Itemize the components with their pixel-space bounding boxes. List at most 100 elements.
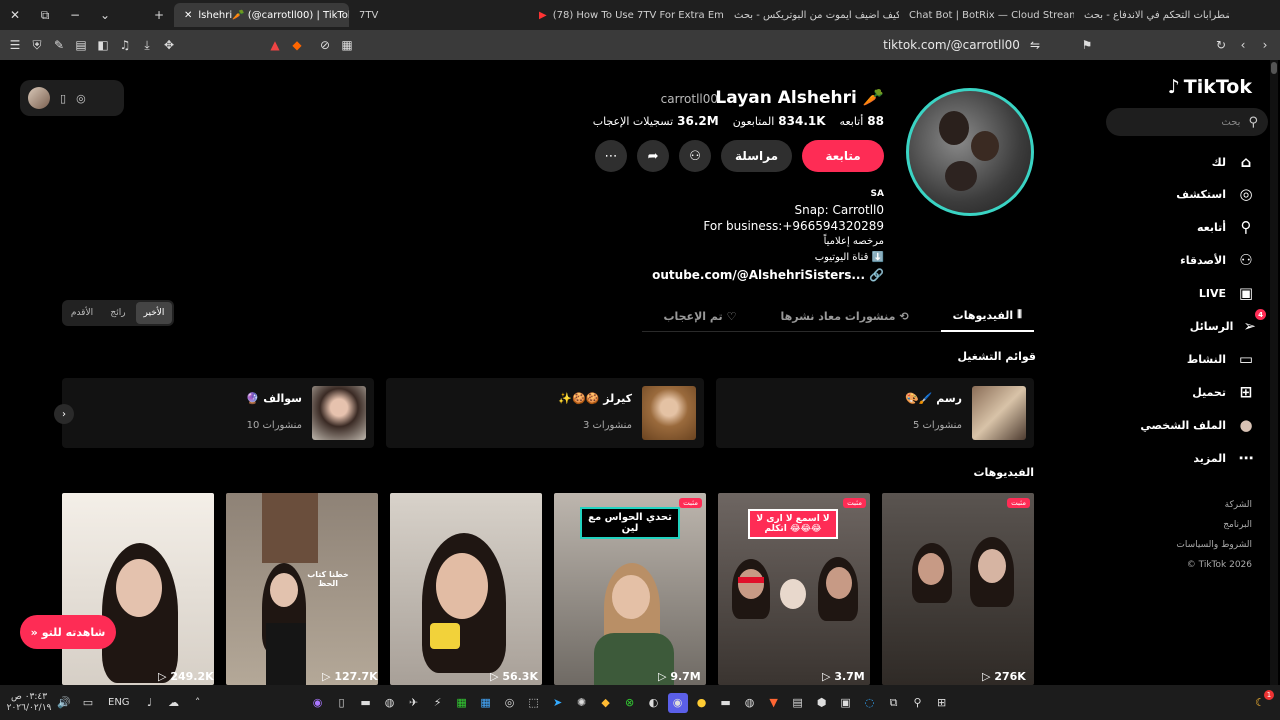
page-scrollbar[interactable] [1270, 60, 1278, 685]
sidebar-item[interactable]: LIVE ▣ [1199, 281, 1256, 305]
back-icon[interactable]: ‹ [1232, 34, 1254, 56]
sort-latest[interactable]: الأخير [136, 302, 172, 324]
app-icon[interactable]: ◆ [596, 693, 616, 713]
minimize-icon[interactable]: − [60, 0, 90, 30]
app-icon[interactable]: ▤ [788, 693, 808, 713]
message-button[interactable]: مراسلة [721, 140, 792, 172]
tab-search-icon[interactable]: ⧉ [30, 0, 60, 30]
footer-program[interactable]: البرنامج [1223, 520, 1252, 530]
playlist-card[interactable]: ✨🍪🍪 كيرلز 3 منشورات [386, 378, 704, 448]
video-thumbnail[interactable]: ▷ 56.3K [390, 493, 542, 685]
compass-small-icon[interactable]: ◎ [76, 92, 86, 105]
language-indicator[interactable]: ENG [108, 697, 130, 708]
app-icon[interactable]: ◍ [740, 693, 760, 713]
tab-reposts[interactable]: ⟲ منشورات معاد نشرها [769, 300, 921, 332]
sidebar-item[interactable]: الرسائل ➢ 4 [1190, 309, 1266, 338]
app-icon[interactable]: ⬚ [524, 693, 544, 713]
new-tab-icon[interactable]: + [144, 0, 174, 30]
browser-tab-active[interactable]: ✕ lshehri🥕 (@carrotll00) | TikTok [174, 3, 349, 27]
avatar[interactable] [28, 87, 50, 109]
xbox-icon[interactable]: ⊗ [620, 693, 640, 713]
sidebar-item[interactable]: الأصدقاء ⚇ [1180, 248, 1256, 272]
address-bar[interactable]: tiktok.com/@carrotll00 ⇋ [250, 33, 1080, 57]
footer-terms[interactable]: الشروط والسياسات [1176, 540, 1252, 550]
reload-icon[interactable]: ↻ [1210, 34, 1232, 56]
reader-icon[interactable]: ▤ [70, 34, 92, 56]
cloud-icon[interactable]: ☁ [164, 693, 184, 713]
site-settings-icon[interactable]: ⇋ [1030, 38, 1040, 52]
add-friend-icon[interactable]: ⚇ [679, 140, 712, 172]
video-thumbnail[interactable]: مثبت ▷ 276K [882, 493, 1034, 685]
sidebar-item[interactable]: تحميل ⊞ [1192, 380, 1256, 404]
video-thumbnail[interactable]: خطنا كتاب الحظ ▷ 127.7K [226, 493, 378, 685]
app-icon[interactable]: ◎ [500, 693, 520, 713]
browser-tab[interactable]: كيف اضيف ايموت من البوتريكس - بحث [724, 3, 899, 27]
edge-icon[interactable]: ◌ [860, 693, 880, 713]
sidebar-item[interactable]: استكشف ◎ [1176, 182, 1256, 206]
sort-popular[interactable]: رائج [100, 302, 136, 324]
sidebar-item[interactable]: لك ⌂ [1212, 150, 1256, 174]
playlist-card[interactable]: 🔮 سوالف 10 منشورات [62, 378, 374, 448]
app-icon[interactable]: ⬢ [812, 693, 832, 713]
chevron-right-icon[interactable]: › [54, 404, 74, 424]
profile-link[interactable]: outube.com/@AlshehriSisters... 🔗 [652, 268, 884, 282]
close-tab-icon[interactable]: ✕ [184, 10, 192, 21]
following-stat[interactable]: 88أتابعه [840, 114, 884, 128]
sort-oldest[interactable]: الأقدم [64, 302, 100, 324]
footer-company[interactable]: الشركة [1225, 500, 1252, 510]
more-options-icon[interactable]: ⋯ [595, 140, 628, 172]
followers-stat[interactable]: 834.1Kالمتابعون [733, 114, 826, 128]
bookmark-icon[interactable]: ⚑ [1076, 34, 1098, 56]
clock[interactable]: ٠٣:٤٣ ص ٢٠٢٦/٠٢/١٩ [6, 692, 52, 714]
browser-tab[interactable]: 7TV [349, 3, 529, 27]
music-icon[interactable]: ♫ [114, 34, 136, 56]
chatgpt-icon[interactable]: ✺ [572, 693, 592, 713]
get-app-card[interactable]: ▯ ◎ [20, 80, 124, 116]
browser-tab[interactable]: اضطرابات التحكم في الاندفاع - بحث [1074, 3, 1229, 27]
download-icon[interactable]: ⤓ [136, 34, 158, 56]
app-icon[interactable]: ● [692, 693, 712, 713]
playlist-card[interactable]: 🎨🖌️ رسم 5 منشورات [716, 378, 1034, 448]
video-thumbnail[interactable]: تحدي الحواس مع لين مثبت ▷ 9.7M [554, 493, 706, 685]
tab-videos[interactable]: ⦀ الفيديوهات [940, 300, 1034, 332]
browser-tab[interactable]: Chat Bot | BotRix — Cloud Streaming [899, 3, 1074, 27]
forward-icon[interactable]: › [1254, 34, 1276, 56]
video-thumbnail[interactable]: ▷ 249.2K [62, 493, 214, 685]
video-thumbnail[interactable]: لا اسمع لا ارى لا اتكلم 😂😂😂 مثبت ▷ 3.7M [718, 493, 870, 685]
tiktok-logo[interactable]: ♪ TikTok [1168, 76, 1252, 98]
close-window-icon[interactable]: ✕ [0, 0, 30, 30]
sidebar-item[interactable]: المزيد ⋯ [1193, 446, 1256, 470]
file-icon[interactable]: ▯ [332, 693, 352, 713]
search-input[interactable]: بحث ⚲ [1106, 108, 1268, 136]
sidebar-item[interactable]: أتابعه ⚲ [1197, 215, 1256, 239]
app-icon[interactable]: ◉ [308, 693, 328, 713]
mobile-icon[interactable]: ▯ [60, 92, 66, 105]
sidebar-icon[interactable]: ◧ [92, 34, 114, 56]
brave-icon[interactable]: ▼ [764, 693, 784, 713]
just-watched-button[interactable]: » شاهدته للتو [20, 615, 116, 649]
follow-button[interactable]: متابعة [802, 140, 884, 172]
discord-icon[interactable]: ◉ [667, 692, 688, 713]
shield-icon[interactable]: ⛨ [26, 34, 48, 56]
menu-icon[interactable]: ☰ [4, 34, 26, 56]
app-icon[interactable]: ◐ [644, 693, 664, 713]
chevron-down-icon[interactable]: ⌄ [90, 0, 120, 30]
store-icon[interactable]: ▣ [836, 693, 856, 713]
app-icon[interactable]: ▬ [716, 693, 736, 713]
tab-liked[interactable]: ♡ تم الإعجاب [651, 300, 748, 332]
share-icon[interactable]: ➦ [637, 140, 670, 172]
search-icon[interactable]: ⚲ [908, 693, 928, 713]
tray-chevron-up-icon[interactable]: ˄ [188, 693, 208, 713]
pin-icon[interactable]: ✎ [48, 34, 70, 56]
widgets-icon[interactable]: ☾ 1 [1250, 689, 1274, 713]
browser-tab[interactable]: ▶ (78) How To Use 7TV For Extra Emot [529, 3, 724, 27]
volume-icon[interactable]: 🔊 [54, 693, 74, 713]
extensions-icon[interactable]: ✥ [158, 34, 180, 56]
app-icon[interactable]: ◍ [380, 693, 400, 713]
mic-icon[interactable]: ♩ [140, 693, 160, 713]
word-icon[interactable]: ▦ [476, 693, 496, 713]
start-icon[interactable]: ⊞ [932, 693, 952, 713]
excel-icon[interactable]: ▦ [452, 693, 472, 713]
app-icon[interactable]: ▬ [356, 693, 376, 713]
telegram-icon[interactable]: ➤ [548, 693, 568, 713]
